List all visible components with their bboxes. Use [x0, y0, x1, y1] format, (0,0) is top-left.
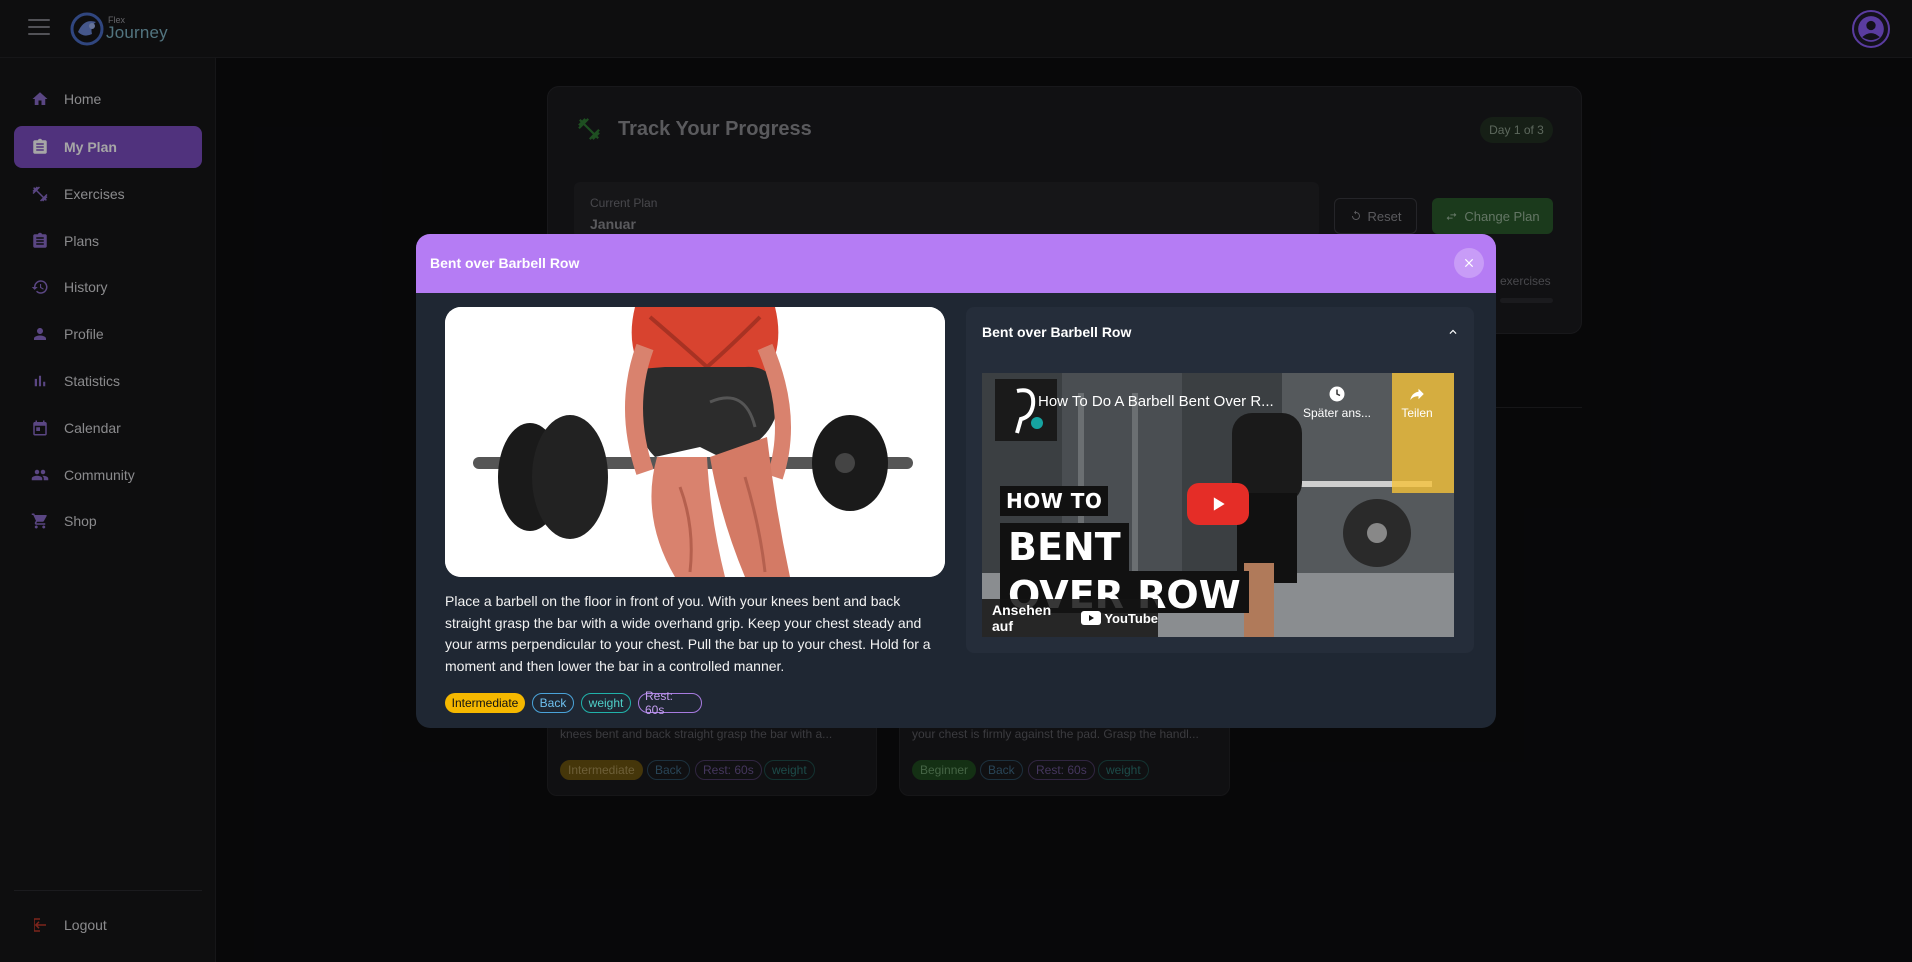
chevron-up-icon [1449, 329, 1457, 334]
clock-icon [1329, 386, 1345, 402]
muscle-chip: Back [532, 693, 574, 713]
youtube-logo-icon [1081, 611, 1102, 625]
thumbnail-text-line2: BENT [1000, 523, 1129, 571]
share-icon [1410, 388, 1424, 400]
watch-on-label: Ansehen auf [992, 602, 1052, 634]
youtube-label: YouTube [1104, 610, 1158, 626]
exercise-image [445, 307, 945, 577]
exercise-modal: Bent over Barbell Row Place a barbell on… [416, 234, 1496, 728]
type-chip: weight [581, 693, 631, 713]
share-label: Teilen [1401, 406, 1433, 420]
exercise-description: Place a barbell on the floor in front of… [445, 593, 931, 674]
video-accordion: Bent over Barbell Row How To Do A Barbel… [966, 307, 1474, 653]
close-button[interactable] [1454, 248, 1484, 278]
watch-on-youtube-button[interactable]: Ansehen auf YouTube [982, 599, 1158, 637]
watch-later-label: Später ans... [1302, 406, 1372, 420]
play-icon [1213, 497, 1225, 511]
modal-header: Bent over Barbell Row [416, 234, 1496, 293]
rest-chip: Rest: 60s [638, 689, 702, 717]
thumbnail-text-line1: HOW TO [1000, 486, 1109, 516]
accordion-toggle[interactable] [1446, 325, 1460, 344]
modal-title: Bent over Barbell Row [430, 255, 580, 271]
youtube-video-embed[interactable]: How To Do A Barbell Bent Over R... Späte… [982, 373, 1454, 637]
share-button[interactable]: Teilen [1392, 385, 1442, 420]
play-button[interactable] [1187, 483, 1249, 525]
channel-logo[interactable] [995, 379, 1057, 441]
watch-later-button[interactable]: Später ans... [1302, 385, 1372, 420]
close-icon [1464, 258, 1474, 268]
video-title[interactable]: How To Do A Barbell Bent Over R... [1038, 393, 1274, 410]
accordion-title: Bent over Barbell Row [982, 324, 1132, 340]
difficulty-chip: Intermediate [445, 693, 525, 713]
